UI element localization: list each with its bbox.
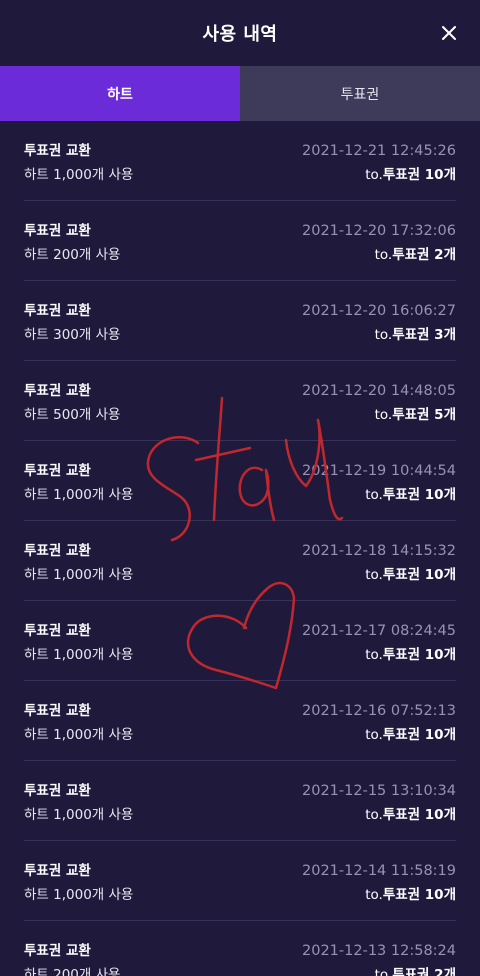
- history-item-target-amount: 투표권 10개: [382, 887, 456, 903]
- history-item-target-prefix: to.: [365, 727, 383, 743]
- history-item: 투표권 교환 2021-12-16 07:52:13 하트 1,000개 사용 to.…: [24, 681, 456, 761]
- history-item-target: to.투표권 2개: [375, 963, 456, 976]
- history-item-target-prefix: to.: [365, 647, 383, 663]
- history-item-target: to.투표권 10개: [365, 483, 456, 503]
- history-item-target-amount: 투표권 10개: [382, 727, 456, 743]
- history-item-target-amount: 투표권 10개: [382, 647, 456, 663]
- history-item-target: to.투표권 10개: [365, 723, 456, 743]
- history-item-datetime: 2021-12-16 07:52:13: [302, 703, 456, 719]
- close-icon: [442, 26, 456, 40]
- history-item-datetime: 2021-12-20 17:32:06: [302, 223, 456, 239]
- history-item-hearts-used: 하트 1,000개 사용: [24, 647, 134, 663]
- history-item-datetime: 2021-12-20 14:48:05: [302, 383, 456, 399]
- history-item-target-amount: 투표권 10개: [382, 167, 456, 183]
- history-item-hearts-used: 하트 1,000개 사용: [24, 167, 134, 183]
- history-item-target-prefix: to.: [365, 567, 383, 583]
- history-item-datetime: 2021-12-14 11:58:19: [302, 863, 456, 879]
- history-item-target: to.투표권 10개: [365, 563, 456, 583]
- history-item-target: to.투표권 10개: [365, 883, 456, 903]
- history-item-hearts-used: 하트 300개 사용: [24, 327, 121, 343]
- history-item-target-prefix: to.: [374, 327, 393, 343]
- history-item-target: to.투표권 5개: [375, 403, 456, 423]
- history-item-hearts-used: 하트 1,000개 사용: [24, 567, 134, 583]
- history-item-title: 투표권 교환: [24, 703, 91, 719]
- history-item-target-prefix: to.: [365, 807, 383, 823]
- history-item-datetime: 2021-12-20 16:06:27: [302, 303, 456, 319]
- history-item-target-prefix: to.: [365, 487, 383, 503]
- history-item: 투표권 교환 2021-12-20 14:48:05 하트 500개 사용 to.투표…: [24, 361, 456, 441]
- history-item-datetime: 2021-12-13 12:58:24: [302, 943, 456, 959]
- tab-vote-tickets[interactable]: 투표권: [240, 66, 480, 121]
- history-list: 투표권 교환 2021-12-21 12:45:26 하트 1,000개 사용 to.…: [0, 121, 480, 976]
- history-item-hearts-used: 하트 1,000개 사용: [24, 807, 134, 823]
- history-item-hearts-used: 하트 1,000개 사용: [24, 727, 134, 743]
- history-item-datetime: 2021-12-17 08:24:45: [302, 623, 456, 639]
- history-item-title: 투표권 교환: [24, 623, 91, 639]
- history-item-hearts-used: 하트 200개 사용: [24, 967, 121, 976]
- history-item-target-amount: 투표권 3개: [392, 327, 456, 343]
- history-item-hearts-used: 하트 500개 사용: [24, 407, 121, 423]
- history-item-hearts-used: 하트 1,000개 사용: [24, 887, 134, 903]
- history-item-target-prefix: to.: [365, 887, 383, 903]
- usage-history-screen: 사용 내역 하트 투표권 투표권 교환 2021-12-21 12:45:26 하트…: [0, 0, 480, 976]
- history-item-title: 투표권 교환: [24, 223, 91, 239]
- page-title: 사용 내역: [202, 24, 278, 45]
- history-item-title: 투표권 교환: [24, 783, 91, 799]
- history-item: 투표권 교환 2021-12-13 12:58:24 하트 200개 사용 to.투표…: [24, 921, 456, 976]
- history-item-target-prefix: to.: [374, 967, 393, 976]
- history-item-title: 투표권 교환: [24, 303, 91, 319]
- history-item-title: 투표권 교환: [24, 463, 91, 479]
- history-item-target: to.투표권 2개: [375, 243, 456, 263]
- history-item-target-amount: 투표권 2개: [392, 247, 456, 263]
- history-item-target-amount: 투표권 2개: [392, 967, 456, 976]
- history-item-target-amount: 투표권 10개: [382, 807, 456, 823]
- tab-hearts[interactable]: 하트: [0, 66, 240, 121]
- history-item-target-amount: 투표권 10개: [382, 487, 456, 503]
- history-item-datetime: 2021-12-19 10:44:54: [302, 463, 456, 479]
- history-item-target: to.투표권 10개: [365, 163, 456, 183]
- history-item: 투표권 교환 2021-12-15 13:10:34 하트 1,000개 사용 to.…: [24, 761, 456, 841]
- history-item-title: 투표권 교환: [24, 543, 91, 559]
- history-item: 투표권 교환 2021-12-14 11:58:19 하트 1,000개 사용 to.…: [24, 841, 456, 921]
- history-item: 투표권 교환 2021-12-21 12:45:26 하트 1,000개 사용 to.…: [24, 121, 456, 201]
- history-item: 투표권 교환 2021-12-19 10:44:54 하트 1,000개 사용 to.…: [24, 441, 456, 521]
- history-item-title: 투표권 교환: [24, 143, 91, 159]
- history-item: 투표권 교환 2021-12-17 08:24:45 하트 1,000개 사용 to.…: [24, 601, 456, 681]
- history-item-target: to.투표권 3개: [375, 323, 456, 343]
- history-item-datetime: 2021-12-15 13:10:34: [302, 783, 456, 799]
- history-item-datetime: 2021-12-18 14:15:32: [302, 543, 456, 559]
- history-item-title: 투표권 교환: [24, 943, 91, 959]
- history-item: 투표권 교환 2021-12-18 14:15:32 하트 1,000개 사용 to.…: [24, 521, 456, 601]
- header: 사용 내역: [0, 0, 480, 66]
- history-item: 투표권 교환 2021-12-20 16:06:27 하트 300개 사용 to.투표…: [24, 281, 456, 361]
- history-item-target-prefix: to.: [365, 167, 383, 183]
- history-item: 투표권 교환 2021-12-20 17:32:06 하트 200개 사용 to.투표…: [24, 201, 456, 281]
- history-item-target: to.투표권 10개: [365, 643, 456, 663]
- history-item-target-amount: 투표권 10개: [382, 567, 456, 583]
- history-item-title: 투표권 교환: [24, 863, 91, 879]
- history-item-hearts-used: 하트 200개 사용: [24, 247, 121, 263]
- history-item-datetime: 2021-12-21 12:45:26: [302, 143, 456, 159]
- history-item-hearts-used: 하트 1,000개 사용: [24, 487, 134, 503]
- history-item-target-prefix: to.: [374, 407, 393, 423]
- close-button[interactable]: [436, 20, 462, 46]
- history-item-target-prefix: to.: [374, 247, 393, 263]
- tab-bar: 하트 투표권: [0, 66, 480, 121]
- history-item-target: to.투표권 10개: [365, 803, 456, 823]
- history-item-title: 투표권 교환: [24, 383, 91, 399]
- history-item-target-amount: 투표권 5개: [392, 407, 456, 423]
